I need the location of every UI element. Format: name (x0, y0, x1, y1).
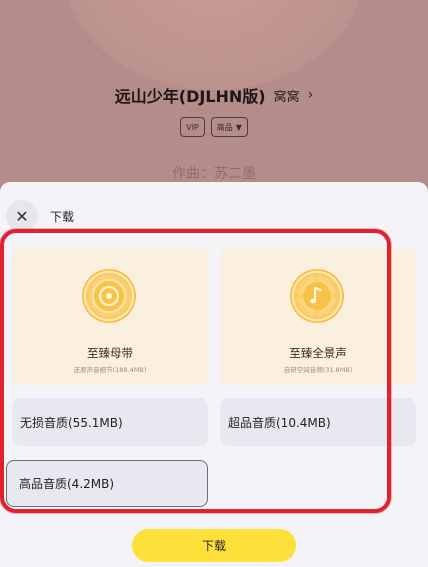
close-icon: ✕ (15, 206, 29, 226)
song-tags: VIP 高品 ▼ (0, 117, 428, 137)
download-sheet: ✕ 下载 至臻母带 还原声音细节(188.4MB) 至臻全景声 自研空间音频(3… (0, 182, 428, 567)
quality-tag-label: 高品 (216, 122, 233, 132)
download-button-label: 下载 (201, 539, 226, 553)
song-info: 远山少年(DJLHN版) 窝窝 › (0, 82, 428, 108)
quality-tag[interactable]: 高品 ▼ (210, 117, 248, 137)
song-artist[interactable]: 窝窝 (274, 86, 300, 105)
highlight-frame (0, 229, 391, 513)
chevron-right-icon: › (307, 87, 314, 103)
download-button[interactable]: 下载 (132, 529, 296, 562)
sheet-title: 下载 (50, 210, 75, 224)
player-background: 远山少年(DJLHN版) 窝窝 › VIP 高品 ▼ 作曲：苏二墨 (0, 0, 428, 190)
song-title: 远山少年(DJLHN版) (114, 87, 266, 106)
close-button[interactable]: ✕ (6, 200, 38, 232)
album-disc (64, 0, 364, 90)
vip-tag-label: VIP (186, 122, 199, 132)
vip-tag: VIP (180, 117, 205, 137)
lyric-line: 作曲：苏二墨 (172, 166, 256, 182)
caret-down-icon: ▼ (235, 122, 242, 132)
